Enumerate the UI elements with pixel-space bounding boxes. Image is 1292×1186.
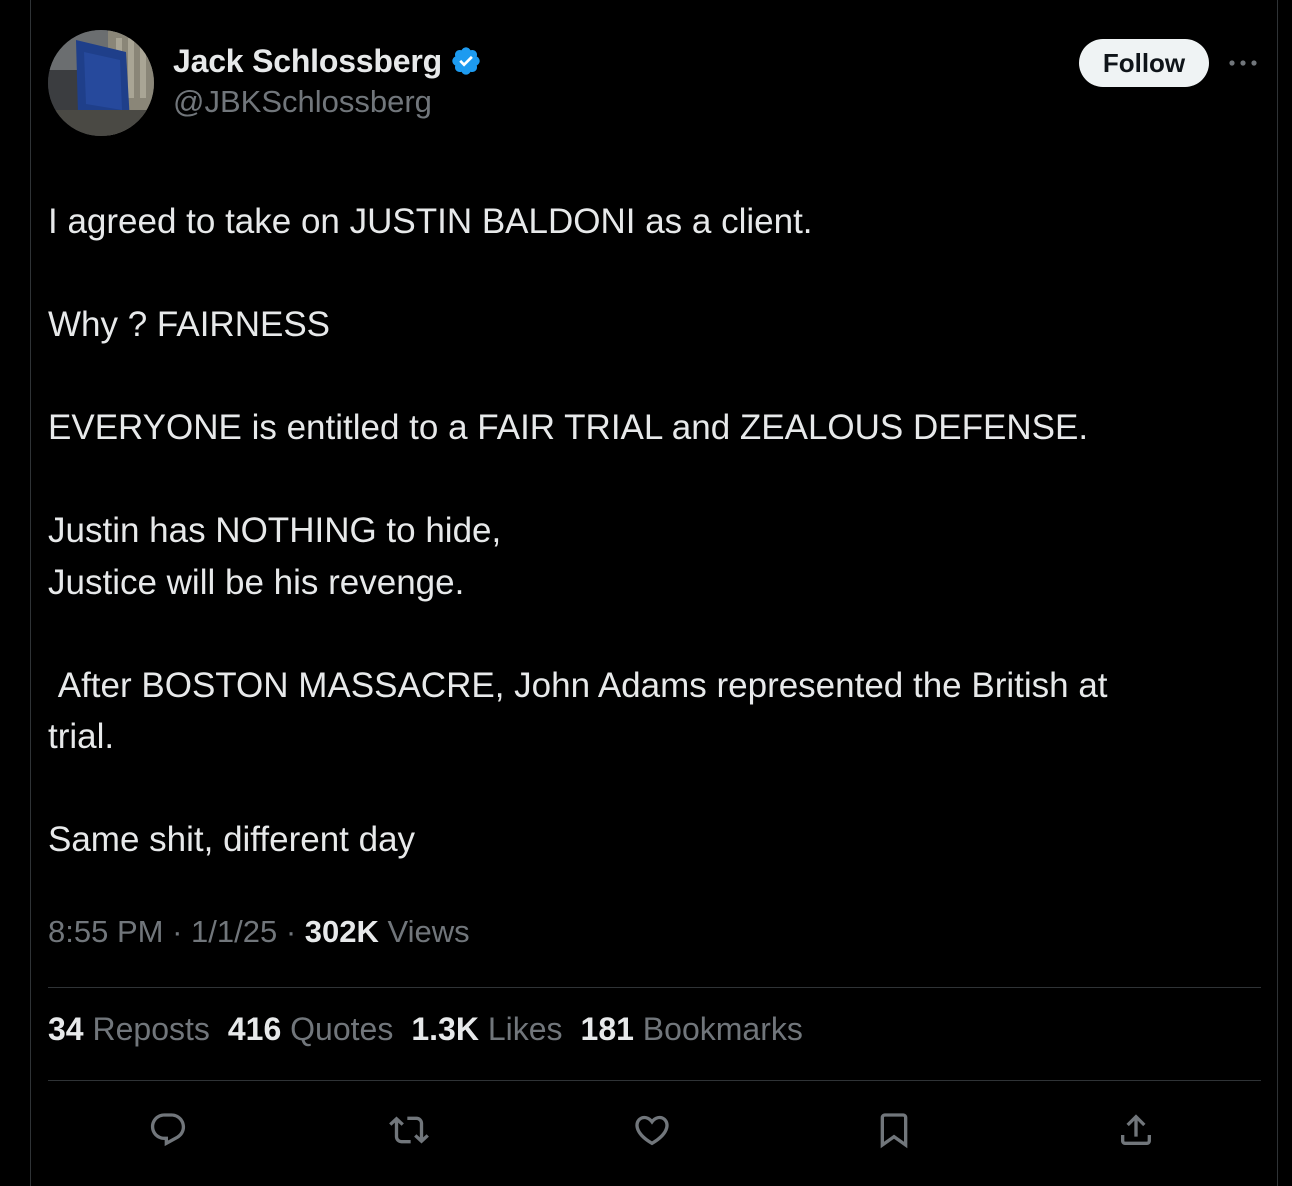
reposts-label: Reposts [83,1011,210,1047]
tweet-line: Justin has NOTHING to hide, [48,511,502,550]
meta-separator: · [277,914,305,949]
engagement-stats: 34 Reposts 416 Quotes 1.3K Likes 181 Boo… [48,1011,803,1048]
quotes-label: Quotes [281,1011,394,1047]
share-button[interactable] [1113,1107,1159,1153]
reposts-count: 34 [48,1011,84,1047]
tweet-date[interactable]: 1/1/25 [191,914,277,950]
bookmarks-stat[interactable]: 181 Bookmarks [581,1011,803,1048]
more-icon[interactable] [1226,50,1260,76]
quotes-stat[interactable]: 416 Quotes [228,1011,393,1048]
share-icon [1121,1114,1151,1145]
author-handle[interactable]: @JBKSchlossberg [173,84,432,120]
tweet-line: Same shit, different day [48,820,416,859]
tweet-line: Justice will be his revenge. [48,562,465,602]
bookmark-button[interactable] [871,1107,917,1153]
quotes-count: 416 [227,1011,282,1047]
tweet-text: I agreed to take on JUSTIN BALDONI as a … [48,196,1228,866]
meta-separator: · [163,914,192,949]
like-button[interactable] [629,1107,675,1153]
verified-badge-icon [450,45,482,77]
tweet-time[interactable]: 8:55 PM [48,914,163,950]
divider [48,1080,1261,1081]
bookmarks-label: Bookmarks [633,1011,803,1047]
tweet-line: After BOSTON MASSACRE, John Adams repres… [48,665,1108,705]
tweet-line: EVERYONE is entitled to a FAIR TRIAL and… [48,408,1089,447]
bookmarks-count: 181 [580,1011,634,1047]
views-count[interactable]: 302K [305,914,379,950]
likes-count: 1.3K [411,1011,479,1047]
bookmark-icon [880,1113,908,1149]
likes-stat[interactable]: 1.3K Likes [411,1011,562,1048]
reposts-stat[interactable]: 34 Reposts [48,1011,210,1048]
repost-button[interactable] [386,1107,432,1153]
follow-button[interactable]: Follow [1079,39,1209,87]
author-name-row: Jack Schlossberg [173,40,482,82]
repost-icon [389,1116,429,1144]
divider [48,987,1261,988]
heart-icon [635,1115,669,1146]
tweet-line: Why ? FAIRNESS [48,305,331,344]
reply-icon [150,1113,186,1147]
tweet-line: I agreed to take on JUSTIN BALDONI as a … [48,202,813,241]
display-name[interactable]: Jack Schlossberg [173,43,442,80]
tweet-meta: 8:55 PM · 1/1/25 · 302K Views [48,914,470,950]
reply-button[interactable] [145,1107,191,1153]
views-label: Views [378,914,470,949]
likes-label: Likes [478,1011,563,1047]
tweet-line: trial. [48,717,115,756]
avatar[interactable] [48,30,154,136]
